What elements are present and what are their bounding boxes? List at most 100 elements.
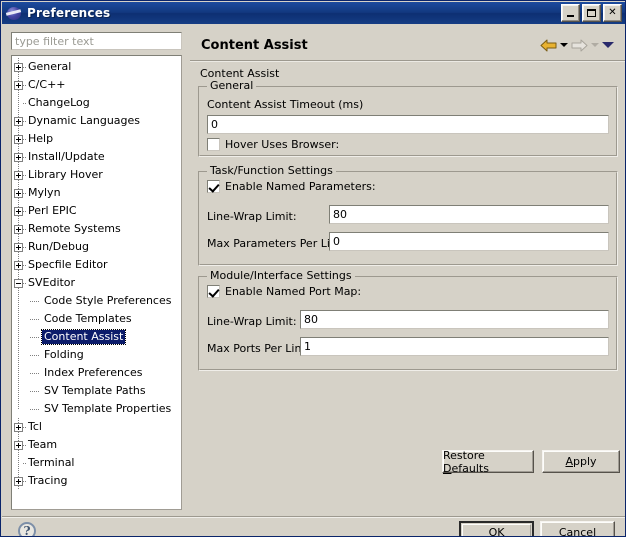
enable-named-parameters-label: Enable Named Parameters: bbox=[225, 180, 376, 193]
cancel-button[interactable]: Cancel bbox=[540, 521, 615, 536]
tree-item-terminal[interactable]: Terminal bbox=[12, 454, 181, 472]
tree-item-tcl[interactable]: Tcl bbox=[12, 418, 181, 436]
expand-icon[interactable] bbox=[12, 202, 27, 220]
tree-connector bbox=[28, 382, 42, 400]
tree-item-c-c[interactable]: C/C++ bbox=[12, 76, 181, 94]
expand-icon[interactable] bbox=[12, 166, 27, 184]
dialog-body: General C/C++ ChangeLog Dynamic Languages He… bbox=[2, 24, 625, 536]
tree-connector bbox=[12, 454, 27, 472]
title-bar[interactable]: Preferences ✕ bbox=[2, 2, 625, 24]
max-parameters-input[interactable] bbox=[329, 232, 609, 251]
max-ports-input[interactable] bbox=[300, 337, 609, 356]
eclipse-icon bbox=[5, 5, 22, 21]
tree-item-library-hover[interactable]: Library Hover bbox=[12, 166, 181, 184]
tree-connector bbox=[28, 346, 42, 364]
apply-button[interactable]: Apply bbox=[542, 450, 620, 473]
help-icon[interactable]: ? bbox=[18, 522, 36, 536]
tree-item-dynamic-languages[interactable]: Dynamic Languages bbox=[12, 112, 181, 130]
hover-uses-browser-row[interactable]: Hover Uses Browser: bbox=[207, 138, 339, 151]
back-arrow-icon[interactable] bbox=[540, 38, 557, 53]
forward-arrow-icon bbox=[571, 38, 588, 53]
collapse-icon[interactable] bbox=[12, 274, 27, 292]
tree-item-label: Mylyn bbox=[28, 186, 61, 199]
tree-item-perl-epic[interactable]: Perl EPIC bbox=[12, 202, 181, 220]
task-linewrap-input[interactable] bbox=[329, 205, 609, 224]
tree-item-label: Team bbox=[28, 438, 58, 451]
tree-item-sveditor[interactable]: SVEditor bbox=[12, 274, 181, 292]
tree-item-label: SV Template Paths bbox=[44, 384, 146, 397]
tree-item-folding[interactable]: Folding bbox=[12, 346, 181, 364]
tree-item-label: Run/Debug bbox=[28, 240, 89, 253]
tree-item-index-preferences[interactable]: Index Preferences bbox=[12, 364, 181, 382]
module-linewrap-input[interactable] bbox=[300, 310, 609, 329]
timeout-input[interactable] bbox=[207, 115, 609, 134]
tree-item-help[interactable]: Help bbox=[12, 130, 181, 148]
forward-dropdown-icon bbox=[591, 43, 599, 47]
filter-input[interactable] bbox=[11, 32, 182, 50]
tree-item-label: Index Preferences bbox=[44, 366, 143, 379]
tree-connector bbox=[28, 364, 42, 382]
tree-item-content-assist[interactable]: Content Assist bbox=[12, 328, 181, 346]
expand-icon[interactable] bbox=[12, 112, 27, 130]
enable-named-port-map-row[interactable]: Enable Named Port Map: bbox=[207, 285, 361, 298]
tree-connector bbox=[28, 328, 42, 346]
max-ports-label: Max Ports Per Line: bbox=[207, 342, 312, 355]
max-parameters-label: Max Parameters Per Line: bbox=[207, 237, 348, 250]
tree-item-general[interactable]: General bbox=[12, 58, 181, 76]
view-menu-icon[interactable] bbox=[602, 42, 614, 48]
enable-named-port-map-checkbox[interactable] bbox=[207, 285, 220, 298]
ok-button[interactable]: OK bbox=[459, 521, 534, 536]
restore-defaults-button[interactable]: Restore Defaults bbox=[442, 449, 534, 475]
expand-icon[interactable] bbox=[12, 238, 27, 256]
tree-item-sv-template-properties[interactable]: SV Template Properties bbox=[12, 400, 181, 418]
tree-item-label: Tcl bbox=[28, 420, 42, 433]
tree-connector bbox=[28, 400, 42, 418]
enable-named-parameters-checkbox[interactable] bbox=[207, 180, 220, 193]
expand-icon[interactable] bbox=[12, 58, 27, 76]
enable-named-port-map-label: Enable Named Port Map: bbox=[225, 285, 362, 298]
expand-icon[interactable] bbox=[12, 76, 27, 94]
tree-item-run-debug[interactable]: Run/Debug bbox=[12, 238, 181, 256]
tree-item-label: Remote Systems bbox=[28, 222, 121, 235]
tree-item-changelog[interactable]: ChangeLog bbox=[12, 94, 181, 112]
expand-icon[interactable] bbox=[12, 436, 27, 454]
back-dropdown-icon[interactable] bbox=[560, 43, 568, 47]
expand-icon[interactable] bbox=[12, 418, 27, 436]
tree-item-code-style-preferences[interactable]: Code Style Preferences bbox=[12, 292, 181, 310]
tree-item-code-templates[interactable]: Code Templates bbox=[12, 310, 181, 328]
tree-item-remote-systems[interactable]: Remote Systems bbox=[12, 220, 181, 238]
enable-named-parameters-row[interactable]: Enable Named Parameters: bbox=[207, 180, 376, 193]
tree-item-install-update[interactable]: Install/Update bbox=[12, 148, 181, 166]
tree-item-tracing[interactable]: Tracing bbox=[12, 472, 181, 490]
tree-item-team[interactable]: Team bbox=[12, 436, 181, 454]
tree-indent bbox=[12, 292, 28, 310]
tree-item-sv-template-paths[interactable]: SV Template Paths bbox=[12, 382, 181, 400]
expand-icon[interactable] bbox=[12, 472, 27, 490]
close-button[interactable]: ✕ bbox=[603, 4, 622, 22]
hover-uses-browser-checkbox[interactable] bbox=[207, 138, 220, 151]
content-pane: Content Assist Content Assist General Co… bbox=[190, 24, 625, 490]
expand-icon[interactable] bbox=[12, 256, 27, 274]
tree-item-label: Folding bbox=[44, 348, 84, 361]
tree-item-label: Specfile Editor bbox=[28, 258, 108, 271]
task-function-group: Task/Function Settings Enable Named Para… bbox=[198, 165, 618, 266]
preferences-tree[interactable]: General C/C++ ChangeLog Dynamic Languages He… bbox=[11, 55, 182, 510]
tree-connector bbox=[28, 292, 42, 310]
tree-item-mylyn[interactable]: Mylyn bbox=[12, 184, 181, 202]
expand-icon[interactable] bbox=[12, 220, 27, 238]
tree-item-label: Dynamic Languages bbox=[28, 114, 141, 127]
minimize-button[interactable] bbox=[561, 4, 580, 22]
tree-item-specfile-editor[interactable]: Specfile Editor bbox=[12, 256, 181, 274]
tree-connector bbox=[28, 310, 42, 328]
tree-item-label: Terminal bbox=[28, 456, 75, 469]
preferences-dialog: Preferences ✕ General C/C++ ChangeLog Dynam… bbox=[0, 0, 626, 537]
expand-icon[interactable] bbox=[12, 184, 27, 202]
module-linewrap-label: Line-Wrap Limit: bbox=[207, 315, 297, 328]
expand-icon[interactable] bbox=[12, 130, 27, 148]
maximize-button[interactable] bbox=[582, 4, 601, 22]
tree-indent bbox=[12, 310, 28, 328]
tree-item-label: C/C++ bbox=[28, 78, 66, 91]
tree-item-label: ChangeLog bbox=[28, 96, 90, 109]
header-divider-highlight bbox=[190, 61, 625, 62]
expand-icon[interactable] bbox=[12, 148, 27, 166]
